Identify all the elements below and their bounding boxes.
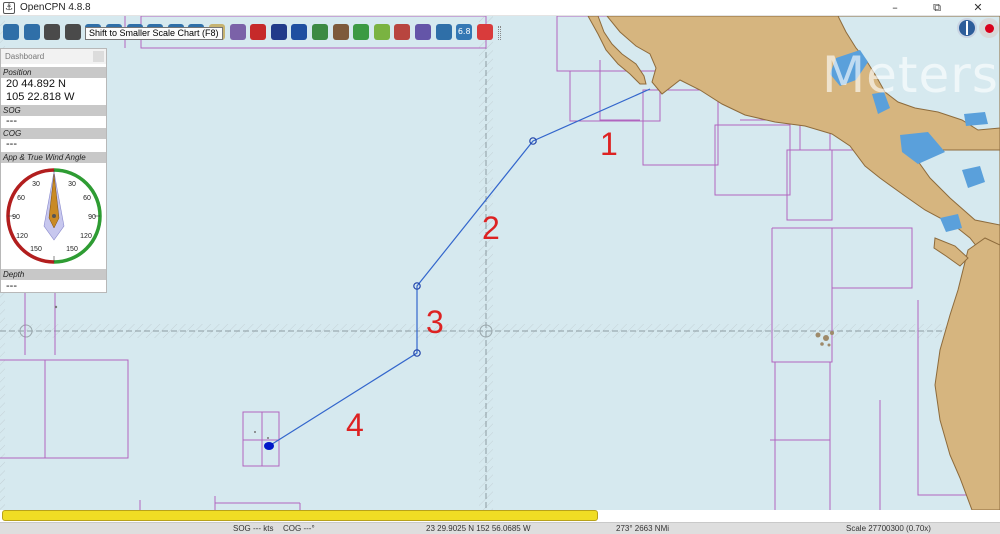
gauge-tick-label: 30 [68,181,76,188]
wave-button[interactable] [249,19,267,45]
tide-button[interactable] [270,19,288,45]
depth-units-watermark: Meters [822,46,999,104]
sog-value: --- [6,115,17,127]
window-title: OpenCPN 4.8.8 [20,2,91,13]
status-sog: SOG --- kts [233,524,274,533]
dashboard-title: Dashboard [5,52,45,61]
boat-marker[interactable] [264,442,274,450]
lifebuoy-icon [476,24,493,40]
chart-scale-up-button[interactable] [43,19,61,45]
chart-scale-down-button[interactable] [64,19,82,45]
route-leg-label-2: 2 [482,210,500,246]
status-scale: Scale 27700300 (0.70x) [846,524,931,533]
position-lat: 20 44.892 N [6,78,66,90]
navigate-icon [415,24,431,40]
gauge-tick-label: 150 [30,246,42,253]
compass-icon[interactable] [957,18,977,38]
status-cog: COG ---° [283,524,315,533]
route-manager-button[interactable] [229,19,247,45]
lifebuoy-button[interactable] [476,19,494,45]
route-leg-label-3: 3 [426,304,444,340]
target-icon [373,24,390,40]
opencpn-app-icon: ⚓ [3,2,15,14]
measure-icon [435,24,452,40]
gauge-tick-label: 90 [12,214,20,221]
navigate-button[interactable] [414,19,432,45]
depth-value: --- [6,280,17,292]
chart-scale-down-icon [64,24,81,40]
status-cursor-position: 23 29.9025 N 152 56.0685 W [426,524,531,533]
gauge-tick-label: 30 [32,181,40,188]
gauge-tick-label: 60 [83,195,91,202]
position-lon: 105 22.818 W [6,91,75,103]
chart-scale-up-icon [44,24,61,40]
title-bar: ⚓ OpenCPN 4.8.8 – ⧉ ✕ [0,0,1000,16]
crosshair-button[interactable] [311,19,329,45]
weather-icon [332,24,349,40]
wave-icon [250,24,267,40]
zoom-out-icon [23,24,40,40]
dashboard-header[interactable]: Dashboard [1,49,106,64]
toolbar-grip-handle[interactable] [498,26,502,40]
status-bearing-distance: 273° 2663 NMi [616,524,670,533]
route-leg-label-1: 1 [600,126,618,162]
zoom-readout-button[interactable]: 6.8 [455,19,473,45]
plus-button[interactable] [352,19,370,45]
zoom-readout-icon: 6.8 [456,24,473,40]
help-icon [291,24,308,40]
gauge-tick-label: 90 [88,214,96,221]
crosshair-icon [312,24,328,40]
zoom-out-button[interactable] [23,19,41,45]
status-bar: SOG --- kts COG ---° 23 29.9025 N 152 56… [0,522,1000,534]
close-button[interactable]: ✕ [963,0,993,16]
gauge-tick-label: 60 [17,195,25,202]
help-button[interactable] [290,19,308,45]
map-button[interactable] [393,19,411,45]
gauge-tick-label: 120 [80,233,92,240]
gps-status-icon[interactable] [979,18,999,38]
dashboard-close-button[interactable] [93,51,104,62]
plus-icon [353,24,370,40]
wind-angle-gauge: 30 30 60 60 90 90 120 120 150 150 [6,168,102,264]
route-leg-label-4: 4 [346,407,364,443]
wind-angle-label: App & True Wind Angle [1,152,106,163]
toolbar-tooltip: Shift to Smaller Scale Chart (F8) [85,27,223,40]
dashboard-panel[interactable]: Dashboard Position 20 44.892 N 105 22.81… [0,48,107,293]
minimize-button[interactable]: – [880,0,910,16]
target-button[interactable] [373,19,391,45]
zoom-in-icon [3,24,19,40]
zoom-in-button[interactable] [2,19,20,45]
chart-loading-progress-bar [2,510,598,521]
map-icon [394,24,411,40]
route-manager-icon [229,24,246,40]
measure-button[interactable] [435,19,453,45]
weather-button[interactable] [332,19,350,45]
position-label: Position [1,67,106,78]
gauge-tick-label: 150 [66,246,78,253]
gauge-tick-label: 120 [16,233,28,240]
depth-label: Depth [1,269,106,280]
cog-value: --- [6,138,17,150]
restore-button[interactable]: ⧉ [922,0,952,16]
tide-icon [270,24,287,40]
